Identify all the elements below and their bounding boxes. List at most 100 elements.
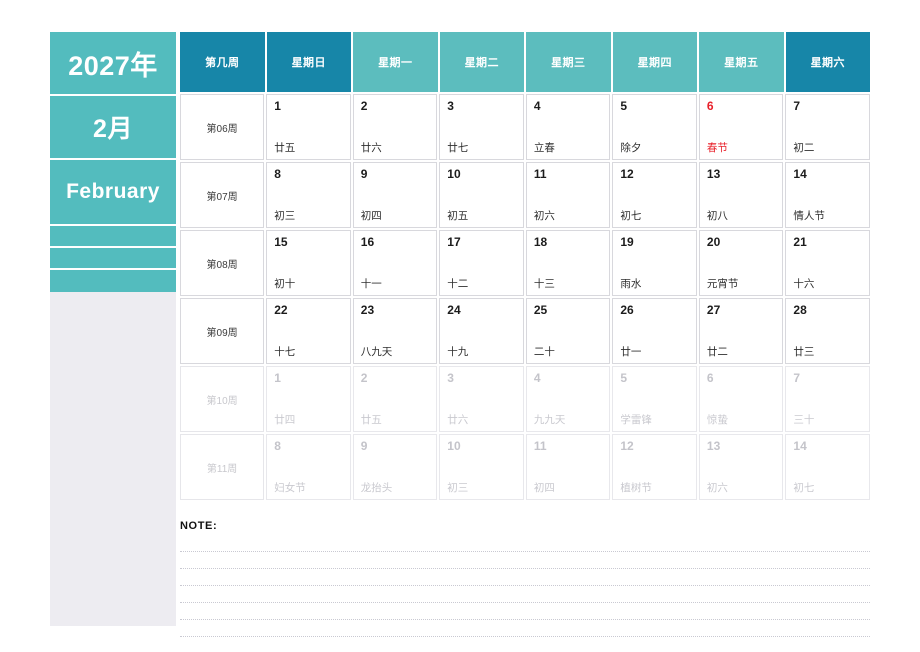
note-write-line[interactable]	[180, 552, 870, 569]
week-number-cell[interactable]: 第06周	[180, 94, 265, 160]
day-cell[interactable]: 1 廿四	[266, 366, 351, 432]
lunar-date-label: 除夕	[620, 142, 642, 154]
day-number: 6	[706, 371, 714, 385]
note-write-line[interactable]	[180, 586, 870, 603]
week-number-cell[interactable]: 第09周	[180, 298, 265, 364]
header-weekday-column[interactable]: 星期五	[699, 32, 784, 92]
lunar-date-label: 九九天	[533, 414, 566, 426]
header-weekday-column[interactable]: 星期二	[439, 32, 524, 92]
day-cell[interactable]: 25 二十	[525, 298, 611, 364]
day-cell[interactable]: 21 十六	[785, 230, 870, 296]
day-cell[interactable]: 14 情人节	[785, 162, 870, 228]
lunar-date-label: 初四	[360, 210, 382, 222]
day-cell[interactable]: 27 廿二	[698, 298, 784, 364]
day-cell[interactable]: 24 十九	[439, 298, 524, 364]
day-cell[interactable]: 9 龙抬头	[352, 434, 438, 500]
day-cell[interactable]: 2 廿五	[352, 366, 438, 432]
day-number: 27	[706, 303, 721, 317]
day-cell[interactable]: 19 雨水	[612, 230, 697, 296]
day-cell[interactable]: 7 三十	[785, 366, 870, 432]
note-write-line[interactable]	[180, 603, 870, 620]
day-number: 8	[274, 439, 281, 453]
day-cell[interactable]: 11 初四	[525, 434, 611, 500]
day-cell[interactable]: 6 惊蛰	[698, 366, 784, 432]
header-weekday-column[interactable]: 星期一	[353, 32, 438, 92]
day-cell[interactable]: 17 十二	[439, 230, 524, 296]
day-cell[interactable]: 4 立春	[525, 94, 611, 160]
day-number: 22	[274, 303, 288, 317]
day-cell[interactable]: 7 初二	[785, 94, 870, 160]
day-number: 4	[533, 99, 541, 113]
calendar-week-row: 第06周 1 廿五 2 廿六 3 廿七 4 立春 5 除夕 6 春节 7 初二	[180, 94, 870, 162]
lunar-date-label: 八九天	[360, 346, 393, 358]
header-week-column[interactable]: 第几周	[180, 32, 265, 92]
calendar-week-row: 第10周 1 廿四 2 廿五 3 廿六 4 九九天 5 学雷锋 6 惊蛰 7 三十	[180, 366, 870, 434]
day-cell[interactable]: 10 初三	[439, 434, 524, 500]
day-cell[interactable]: 4 九九天	[525, 366, 611, 432]
lunar-date-label: 初七	[793, 482, 815, 494]
day-cell[interactable]: 2 廿六	[352, 94, 438, 160]
day-cell[interactable]: 6 春节	[698, 94, 784, 160]
lunar-date-label: 廿四	[274, 414, 296, 426]
week-number-cell[interactable]: 第10周	[180, 366, 265, 432]
day-cell[interactable]: 5 除夕	[612, 94, 697, 160]
day-cell[interactable]: 9 初四	[352, 162, 438, 228]
week-number-cell[interactable]: 第08周	[180, 230, 265, 296]
day-cell[interactable]: 10 初五	[439, 162, 524, 228]
day-number: 26	[620, 303, 634, 317]
lunar-date-label: 妇女节	[274, 482, 306, 494]
day-cell[interactable]: 28 廿三	[785, 298, 870, 364]
sidebar-blank-band	[50, 226, 176, 248]
calendar-week-row: 第09周 22 十七 23 八九天 24 十九 25 二十 26 廿一 27 廿二 28 廿三	[180, 298, 870, 366]
sidebar-blank-band	[50, 248, 176, 270]
day-cell[interactable]: 14 初七	[785, 434, 870, 500]
day-cell[interactable]: 18 十三	[525, 230, 611, 296]
day-cell[interactable]: 3 廿六	[439, 366, 524, 432]
lunar-date-label: 廿一	[620, 346, 642, 358]
day-cell[interactable]: 12 植树节	[612, 434, 697, 500]
note-write-line[interactable]	[180, 620, 870, 637]
day-number: 12	[620, 167, 634, 181]
header-weekday-column[interactable]: 星期六	[785, 32, 870, 92]
day-cell[interactable]: 26 廿一	[612, 298, 697, 364]
day-cell[interactable]: 8 妇女节	[266, 434, 351, 500]
lunar-date-label: 初六	[706, 482, 728, 494]
day-cell[interactable]: 3 廿七	[439, 94, 524, 160]
calendar-grid: 第几周 星期日 星期一 星期二 星期三 星期四 星期五 星期六 第06周 1 廿五 2 廿六 3 廿七 4 立…	[180, 32, 870, 502]
lunar-date-label: 初八	[706, 210, 728, 222]
day-cell[interactable]: 13 初八	[698, 162, 784, 228]
day-cell[interactable]: 12 初七	[612, 162, 697, 228]
day-number: 25	[533, 303, 548, 317]
lunar-date-label: 初三	[447, 482, 469, 494]
day-cell[interactable]: 16 十一	[352, 230, 438, 296]
note-write-line[interactable]	[180, 569, 870, 586]
lunar-date-label: 十九	[447, 346, 469, 358]
day-number: 15	[274, 235, 288, 249]
header-weekday-column[interactable]: 星期三	[526, 32, 611, 92]
note-write-line[interactable]	[180, 535, 870, 552]
header-weekday-column[interactable]: 星期四	[612, 32, 697, 92]
day-cell[interactable]: 11 初六	[525, 162, 611, 228]
day-cell[interactable]: 22 十七	[266, 298, 351, 364]
lunar-date-label: 初四	[533, 482, 555, 494]
day-cell[interactable]: 20 元宵节	[698, 230, 784, 296]
header-weekday-column[interactable]: 星期日	[266, 32, 351, 92]
day-number: 3	[447, 371, 454, 385]
week-number-cell[interactable]: 第07周	[180, 162, 265, 228]
lunar-date-label: 初七	[620, 210, 642, 222]
day-number: 2	[360, 99, 368, 113]
lunar-date-label: 廿七	[447, 142, 469, 154]
day-number: 9	[360, 439, 368, 453]
day-cell[interactable]: 8 初三	[266, 162, 351, 228]
day-cell[interactable]: 5 学雷锋	[612, 366, 697, 432]
day-number: 11	[533, 167, 547, 181]
note-lines	[180, 535, 870, 637]
day-cell[interactable]: 13 初六	[698, 434, 784, 500]
day-number: 21	[793, 235, 807, 249]
day-number: 13	[706, 167, 721, 181]
day-number: 10	[447, 439, 461, 453]
day-cell[interactable]: 23 八九天	[352, 298, 438, 364]
day-cell[interactable]: 15 初十	[266, 230, 351, 296]
week-number-cell[interactable]: 第11周	[180, 434, 265, 500]
day-cell[interactable]: 1 廿五	[266, 94, 351, 160]
